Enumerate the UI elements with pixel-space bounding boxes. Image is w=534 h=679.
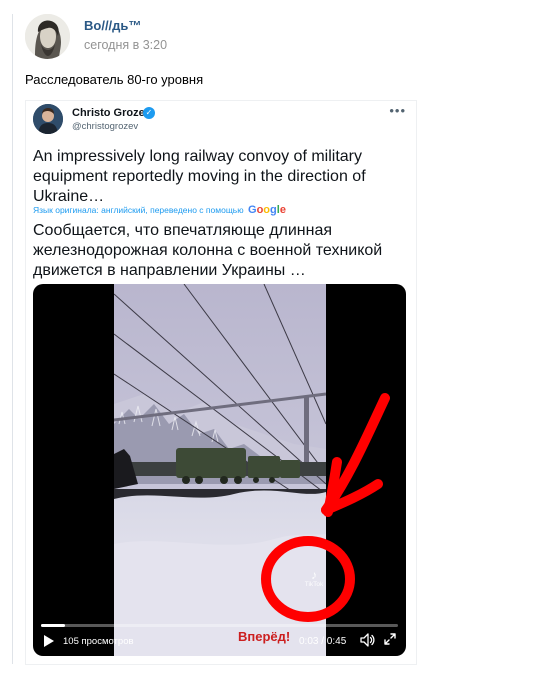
tweet-author-name: Christo Grozev (72, 107, 151, 119)
post-divider (12, 14, 13, 664)
more-horizontal-icon: ••• (389, 103, 406, 118)
google-logo: Google (248, 204, 286, 216)
tweet-screenshot[interactable]: Christo Grozev ✓ @christogrozev ••• An i… (25, 100, 417, 665)
verified-badge-icon: ✓ (143, 107, 155, 119)
tweet-author-avatar (33, 104, 63, 134)
tweet-original-text: An impressively long railway convoy of m… (33, 148, 366, 205)
play-icon[interactable] (43, 634, 57, 648)
video-player[interactable]: ♪ TikTok 105 просмотров Вперёд! 0:03 / 0… (33, 284, 406, 656)
fullscreen-icon[interactable] (383, 632, 397, 646)
tweet-translated-text: Сообщается, что впечатляюще длинная желе… (33, 222, 383, 279)
tiktok-watermark: ♪ TikTok (299, 569, 329, 588)
tiktok-label: TikTok (304, 581, 324, 588)
video-time: 0:03 / 0:45 (299, 636, 347, 647)
translation-note-text: Язык оригинала: английский, переведено с… (33, 205, 244, 215)
translation-note: Язык оригинала: английский, переведено с… (33, 204, 286, 216)
video-progress-fill (41, 624, 65, 627)
volume-icon[interactable] (359, 632, 375, 648)
video-progress-bar[interactable] (41, 624, 398, 627)
author-name[interactable]: Во///дь™ (84, 18, 141, 33)
wall-post: Во///дь™ сегодня в 3:20 Расследователь 8… (0, 0, 534, 679)
post-text: Расследователь 80-го уровня (25, 72, 204, 87)
tiktok-icon: ♪ (311, 568, 317, 582)
author-avatar[interactable] (25, 14, 70, 59)
video-overlay-text: Вперёд! (238, 629, 291, 644)
view-count: 105 просмотров (63, 636, 134, 647)
post-timestamp[interactable]: сегодня в 3:20 (84, 38, 167, 52)
red-annotation (261, 393, 390, 622)
tweet-author-handle: @christogrozev (72, 121, 139, 132)
